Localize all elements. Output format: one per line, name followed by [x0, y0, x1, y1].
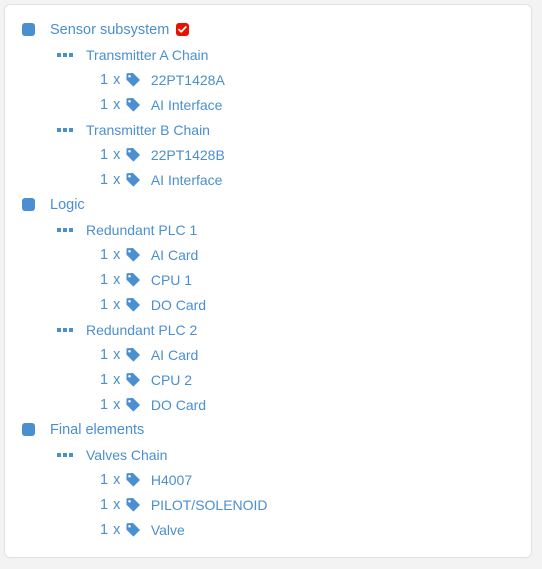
item-quantity: 1 x: [100, 521, 121, 538]
tree-card: Sensor subsystem Transmitter A Chain 1 x 22…: [4, 4, 532, 558]
tree-chain-label: Redundant PLC 1: [86, 221, 198, 238]
tag-icon: [125, 297, 141, 313]
tree-item-row[interactable]: 1 x 22PT1428A: [5, 67, 531, 92]
tree-chain-row[interactable]: Redundant PLC 1: [5, 217, 531, 242]
tag-icon: [125, 397, 141, 413]
item-name: AI Interface: [150, 171, 223, 188]
tree-group-label: Sensor subsystem: [50, 21, 170, 38]
tree-chain-row[interactable]: Transmitter A Chain: [5, 42, 531, 67]
three-dots-icon: [57, 223, 73, 236]
tree-item-row[interactable]: 1 x AI Card: [5, 342, 531, 367]
tag-icon: [125, 522, 141, 538]
tree-item-row[interactable]: 1 x CPU 1: [5, 267, 531, 292]
tag-icon: [125, 497, 141, 513]
item-quantity: 1 x: [100, 346, 121, 363]
tree-group-label: Logic: [50, 196, 85, 213]
tree-chain-row[interactable]: Redundant PLC 2: [5, 317, 531, 342]
tree-item-row[interactable]: 1 x 22PT1428B: [5, 142, 531, 167]
three-dots-icon: [57, 448, 73, 461]
item-name: Valve: [150, 521, 185, 538]
tree-chain-label: Transmitter A Chain: [86, 46, 209, 63]
tree-item-row[interactable]: 1 x DO Card: [5, 392, 531, 417]
tree-chain-label: Valves Chain: [86, 446, 168, 463]
tree-chain-row[interactable]: Transmitter B Chain: [5, 117, 531, 142]
tree-item-row[interactable]: 1 x DO Card: [5, 292, 531, 317]
tree-item-row[interactable]: 1 x AI Interface: [5, 92, 531, 117]
item-quantity: 1 x: [100, 246, 121, 263]
item-quantity: 1 x: [100, 496, 121, 513]
blue-square-icon: [22, 423, 35, 436]
tree-item-row[interactable]: 1 x AI Interface: [5, 167, 531, 192]
item-quantity: 1 x: [100, 296, 121, 313]
tag-icon: [125, 147, 141, 163]
blue-square-icon: [22, 198, 35, 211]
tree-item-row[interactable]: 1 x CPU 2: [5, 367, 531, 392]
red-check-icon[interactable]: [176, 23, 190, 36]
tree-group-row[interactable]: Logic: [5, 192, 531, 217]
tree-item-row[interactable]: 1 x H4007: [5, 467, 531, 492]
tag-icon: [125, 372, 141, 388]
item-name: CPU 2: [150, 371, 193, 388]
item-quantity: 1 x: [100, 396, 121, 413]
item-name: PILOT/SOLENOID: [150, 496, 268, 513]
tree-chain-label: Redundant PLC 2: [86, 321, 198, 338]
item-quantity: 1 x: [100, 271, 121, 288]
tree-group-row[interactable]: Final elements: [5, 417, 531, 442]
item-name: DO Card: [150, 396, 207, 413]
tag-icon: [125, 72, 141, 88]
item-name: DO Card: [150, 296, 207, 313]
item-name: H4007: [150, 471, 193, 488]
item-name: 22PT1428B: [150, 146, 225, 163]
item-quantity: 1 x: [100, 171, 121, 188]
three-dots-icon: [57, 323, 73, 336]
tag-icon: [125, 347, 141, 363]
tag-icon: [125, 172, 141, 188]
item-name: AI Interface: [150, 96, 223, 113]
item-quantity: 1 x: [100, 71, 121, 88]
item-name: 22PT1428A: [150, 71, 225, 88]
tag-icon: [125, 247, 141, 263]
tag-icon: [125, 97, 141, 113]
tree-item-row[interactable]: 1 x PILOT/SOLENOID: [5, 492, 531, 517]
tree-item-row[interactable]: 1 x Valve: [5, 517, 531, 542]
item-quantity: 1 x: [100, 471, 121, 488]
item-name: AI Card: [150, 346, 199, 363]
tag-icon: [125, 472, 141, 488]
tag-icon: [125, 272, 141, 288]
tree-chain-label: Transmitter B Chain: [86, 121, 210, 138]
tree-chain-row[interactable]: Valves Chain: [5, 442, 531, 467]
item-name: CPU 1: [150, 271, 193, 288]
equipment-tree: Sensor subsystem Transmitter A Chain 1 x 22…: [5, 5, 531, 542]
item-name: AI Card: [150, 246, 199, 263]
three-dots-icon: [57, 123, 73, 136]
blue-square-icon: [22, 23, 35, 36]
three-dots-icon: [57, 48, 73, 61]
item-quantity: 1 x: [100, 96, 121, 113]
tree-group-row[interactable]: Sensor subsystem: [5, 17, 531, 42]
item-quantity: 1 x: [100, 146, 121, 163]
item-quantity: 1 x: [100, 371, 121, 388]
tree-group-label: Final elements: [50, 421, 145, 438]
tree-item-row[interactable]: 1 x AI Card: [5, 242, 531, 267]
